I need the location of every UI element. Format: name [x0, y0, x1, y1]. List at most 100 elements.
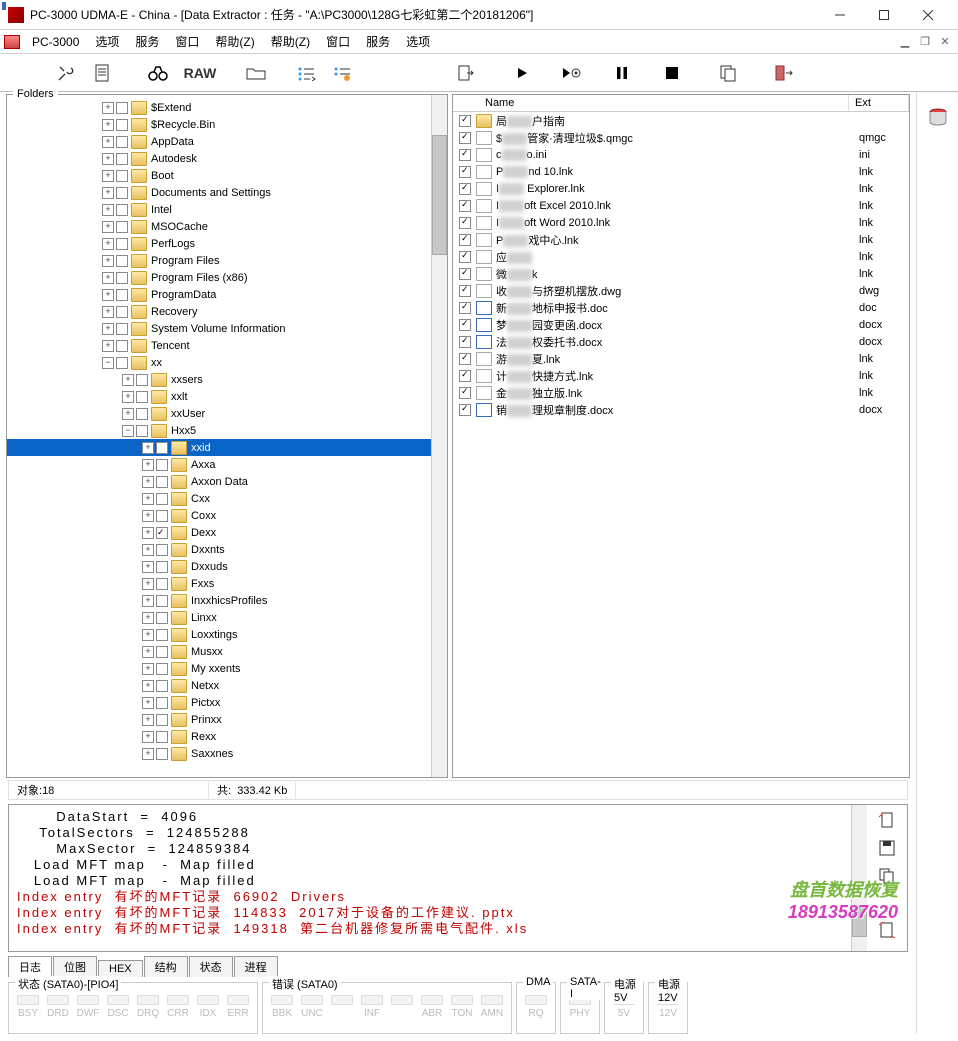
checkbox[interactable]: [116, 187, 128, 199]
expander-icon[interactable]: +: [102, 204, 114, 216]
menu-app-name[interactable]: PC-3000: [24, 33, 87, 51]
tree-row[interactable]: + Autodesk: [7, 150, 431, 167]
expander-icon[interactable]: +: [102, 272, 114, 284]
menu-item[interactable]: 窗口: [167, 31, 207, 52]
checkbox[interactable]: [156, 663, 168, 675]
checkbox[interactable]: [459, 166, 471, 178]
file-row[interactable]: $xx管家·清理垃圾$.qmgc qmgc: [453, 129, 909, 146]
checkbox[interactable]: [156, 510, 168, 522]
tree-row[interactable]: + My xxents: [7, 660, 431, 677]
expander-icon[interactable]: +: [142, 697, 154, 709]
tab-结构[interactable]: 结构: [144, 956, 188, 977]
tree-row[interactable]: + Program Files: [7, 252, 431, 269]
tree-row[interactable]: + $Extend: [7, 99, 431, 116]
menu-item[interactable]: 服务: [358, 31, 398, 52]
expander-icon[interactable]: +: [142, 527, 154, 539]
checkbox[interactable]: [459, 336, 471, 348]
checkbox[interactable]: [116, 255, 128, 267]
checkbox[interactable]: [459, 132, 471, 144]
file-row[interactable]: 法xx权委托书.docx docx: [453, 333, 909, 350]
stop-icon[interactable]: [654, 59, 690, 87]
checkbox[interactable]: [459, 319, 471, 331]
expander-icon[interactable]: +: [142, 561, 154, 573]
checkbox[interactable]: [116, 102, 128, 114]
checkbox[interactable]: [459, 370, 471, 382]
tree-row[interactable]: + AppData: [7, 133, 431, 150]
tree-row[interactable]: + Netxx: [7, 677, 431, 694]
log-clear-icon[interactable]: [876, 809, 898, 831]
checkbox[interactable]: [156, 527, 168, 539]
expander-icon[interactable]: +: [142, 510, 154, 522]
menu-item[interactable]: 窗口: [318, 31, 358, 52]
checkbox[interactable]: [459, 387, 471, 399]
expander-icon[interactable]: +: [102, 170, 114, 182]
checkbox[interactable]: [116, 221, 128, 233]
checkbox[interactable]: [459, 285, 471, 297]
tree-row[interactable]: + Coxx: [7, 507, 431, 524]
checkbox[interactable]: [156, 578, 168, 590]
expander-icon[interactable]: +: [142, 748, 154, 760]
checkbox[interactable]: [156, 731, 168, 743]
play-icon[interactable]: [504, 59, 540, 87]
checkbox[interactable]: [116, 323, 128, 335]
tree-row[interactable]: + Cxx: [7, 490, 431, 507]
expander-icon[interactable]: +: [122, 374, 134, 386]
tree-scrollbar[interactable]: [431, 95, 447, 777]
checkbox[interactable]: [459, 251, 471, 263]
tools-icon[interactable]: [48, 59, 84, 87]
exit-icon[interactable]: [766, 59, 802, 87]
folder-open-icon[interactable]: [238, 59, 274, 87]
expander-icon[interactable]: +: [142, 612, 154, 624]
checkbox[interactable]: [459, 217, 471, 229]
file-row[interactable]: 梦xx园变更函.docx docx: [453, 316, 909, 333]
tree-row[interactable]: + Recovery: [7, 303, 431, 320]
tab-进程[interactable]: 进程: [234, 956, 278, 977]
tree-row[interactable]: + Axxa: [7, 456, 431, 473]
tree-row[interactable]: + ProgramData: [7, 286, 431, 303]
log-text[interactable]: DataStart = 4096 TotalSectors = 12485528…: [9, 805, 851, 951]
checkbox[interactable]: [116, 153, 128, 165]
tree-row[interactable]: + Linxx: [7, 609, 431, 626]
checkbox[interactable]: [156, 697, 168, 709]
checkbox[interactable]: [156, 612, 168, 624]
file-row[interactable]: Ixx Explorer.lnk lnk: [453, 180, 909, 197]
tree-row[interactable]: + Musxx: [7, 643, 431, 660]
tree-row[interactable]: + Dxxuds: [7, 558, 431, 575]
mdi-restore-icon[interactable]: ❐: [916, 34, 934, 50]
checkbox[interactable]: [459, 234, 471, 246]
expander-icon[interactable]: +: [142, 714, 154, 726]
file-row[interactable]: Pxx戏中心.lnk lnk: [453, 231, 909, 248]
tree-row[interactable]: + xxlt: [7, 388, 431, 405]
file-row[interactable]: Ixxoft Word 2010.lnk lnk: [453, 214, 909, 231]
tab-状态[interactable]: 状态: [189, 956, 233, 977]
checkbox[interactable]: [156, 714, 168, 726]
expander-icon[interactable]: +: [142, 578, 154, 590]
file-list[interactable]: 局xx户指南 $xx管家·清理垃圾$.qmgc qmgc cxxo.ini in…: [453, 112, 909, 777]
mdi-close-icon[interactable]: ✕: [936, 34, 954, 50]
expander-icon[interactable]: −: [102, 357, 114, 369]
expander-icon[interactable]: +: [142, 459, 154, 471]
expander-icon[interactable]: +: [102, 136, 114, 148]
tree-row[interactable]: + Boot: [7, 167, 431, 184]
menu-item[interactable]: 帮助(Z): [207, 31, 262, 52]
file-row[interactable]: 销xx理规章制度.docx docx: [453, 401, 909, 418]
checkbox[interactable]: [116, 170, 128, 182]
checkbox[interactable]: [116, 289, 128, 301]
tree-row[interactable]: + Program Files (x86): [7, 269, 431, 286]
expander-icon[interactable]: +: [102, 153, 114, 165]
file-row[interactable]: 微xxk lnk: [453, 265, 909, 282]
expander-icon[interactable]: +: [122, 408, 134, 420]
close-button[interactable]: [906, 1, 950, 29]
col-name[interactable]: Name: [479, 95, 849, 111]
checkbox[interactable]: [156, 561, 168, 573]
file-row[interactable]: 金xx独立版.lnk lnk: [453, 384, 909, 401]
expander-icon[interactable]: +: [142, 493, 154, 505]
checkbox[interactable]: [156, 646, 168, 658]
minimize-button[interactable]: [818, 1, 862, 29]
checkbox[interactable]: [116, 272, 128, 284]
checkbox[interactable]: [136, 391, 148, 403]
file-row[interactable]: 收xx与挤塑机摆放.dwg dwg: [453, 282, 909, 299]
checkbox[interactable]: [459, 183, 471, 195]
drive-icon[interactable]: [925, 104, 951, 130]
log-save-icon[interactable]: [876, 837, 898, 859]
